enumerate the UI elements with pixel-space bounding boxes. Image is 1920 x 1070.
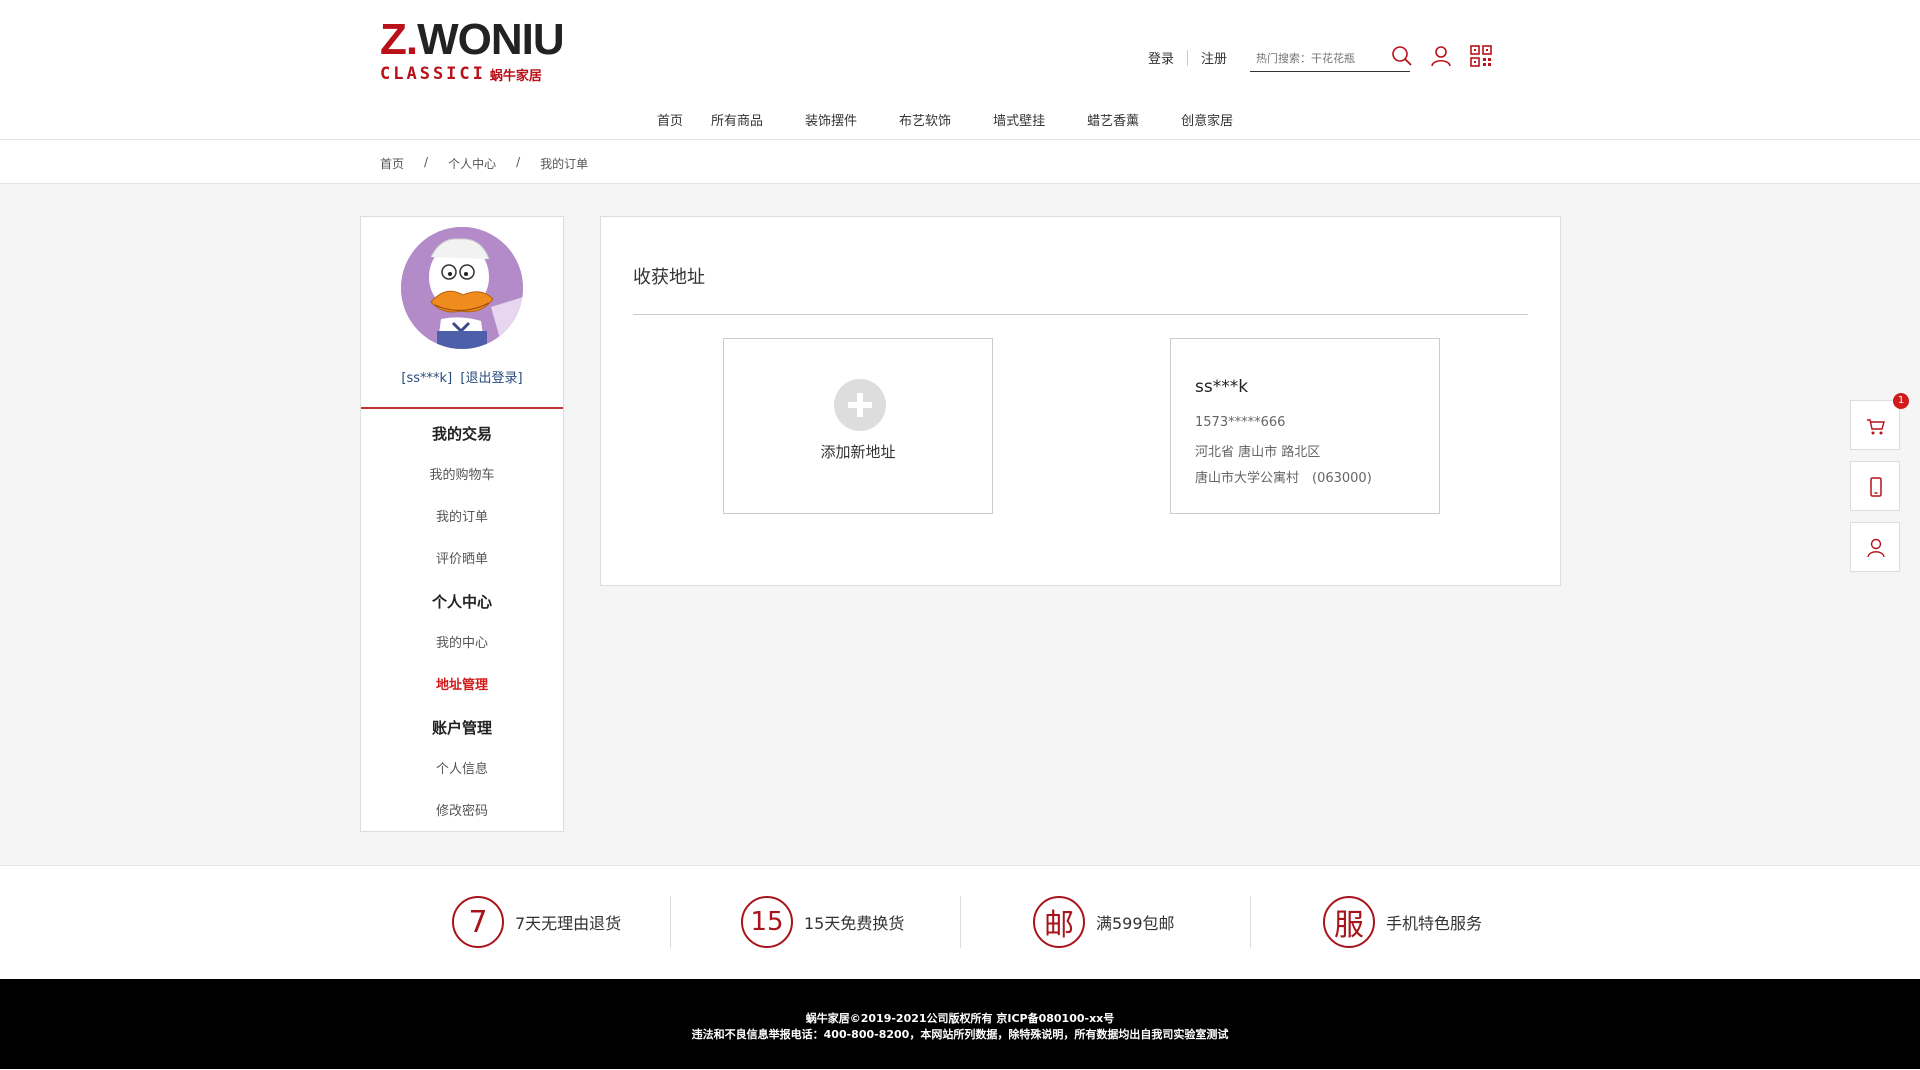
address-name: ss***k [1195,377,1249,397]
logo-wordmark: Z. WONIU [380,15,565,64]
user-line: [ss***k] [退出登录] [361,367,563,386]
sidebar-item-address[interactable]: 地址管理 [361,665,563,707]
breadcrumb: 首页 / 个人中心 / 我的订单 [380,155,588,172]
user-icon[interactable] [1429,44,1453,68]
register-link[interactable]: 注册 [1201,48,1227,67]
nav-wall[interactable]: 墙式壁挂 [993,110,1045,129]
account-links: 登录 注册 [1148,48,1227,67]
search-box [1250,45,1410,72]
breadcrumb-separator: / [424,155,429,169]
footer-copyright: 蜗牛家居©2019-2021公司版权所有 京ICP备080100-xx号 [805,1012,1115,1025]
logout-link[interactable]: [退出登录] [460,371,522,386]
add-address-button[interactable]: 添加新地址 [723,338,993,514]
service-badge-service: 服 [1323,896,1375,948]
service-badge-15: 15 [741,896,793,948]
mobile-icon [1870,477,1882,497]
add-address-label: 添加新地址 [820,443,896,461]
service-badge-7: 7 [452,896,504,948]
plus-icon [834,379,886,431]
nav-decor[interactable]: 装饰摆件 [805,110,857,129]
breadcrumb-home[interactable]: 首页 [380,155,404,172]
address-region: 河北省 唐山市 路北区 [1195,445,1321,460]
service-label: 15天免费换货 [804,914,905,933]
service-label: 手机特色服务 [1386,914,1483,933]
float-cart-button[interactable]: 1 [1850,393,1909,450]
service-divider [1250,896,1251,948]
sidebar-menu: 我的交易 我的购物车 我的订单 评价晒单 个人中心 我的中心 地址管理 账户管理… [361,413,563,833]
logo-subline: CLASSICI 蜗牛家居 [380,64,542,84]
address-card[interactable]: ss***k 1573*****666 河北省 唐山市 路北区 唐山市大学公寓村… [1170,338,1440,514]
service-mobile: 服 手机特色服务 [1323,896,1482,948]
qrcode-icon[interactable] [1469,44,1493,68]
link-divider [1187,49,1189,66]
user-sidebar: [ss***k] [退出登录] 我的交易 我的购物车 我的订单 评价晒单 个人中… [360,216,564,832]
user-icon [1867,538,1885,558]
nav-candles[interactable]: 蜡艺香薰 [1087,110,1139,129]
nav-creative-home[interactable]: 创意家居 [1181,110,1233,129]
nav-home[interactable]: 首页 [657,110,683,129]
footer-report: 违法和不良信息举报电话：400-800-8200，本网站所列数据，除特殊说明，所… [691,1028,1229,1041]
site-footer: 蜗牛家居©2019-2021公司版权所有 京ICP备080100-xx号 违法和… [0,979,1920,1069]
sidebar-item-cart[interactable]: 我的购物车 [361,455,563,497]
avatar[interactable] [401,227,523,349]
address-detail: 唐山市大学公寓村 (063000) [1195,471,1372,486]
sidebar-item-orders[interactable]: 我的订单 [361,497,563,539]
title-divider [633,314,1528,315]
nav-all-products[interactable]: 所有商品 [711,110,763,129]
breadcrumb-bar: 首页 / 个人中心 / 我的订单 [0,140,1920,184]
service-divider [670,896,671,948]
service-return: 7 7天无理由退货 [452,896,621,948]
service-badge-mail: 邮 [1033,896,1085,948]
breadcrumb-separator: / [516,155,521,169]
address-panel: 收获地址 添加新地址 ss***k 1573*****666 河北省 唐山市 路… [600,216,1561,586]
address-phone: 1573*****666 [1195,415,1286,430]
float-mobile-button[interactable] [1850,461,1900,511]
search-icon[interactable] [1390,44,1414,68]
login-link[interactable]: 登录 [1148,48,1174,67]
sidebar-item-password[interactable]: 修改密码 [361,791,563,833]
service-strip: 7 7天无理由退货 15 15天免费换货 邮 满599包邮 服 手机特色服务 [0,865,1920,979]
site-header: Z.WONIU CLASSICI 蜗牛家居 登录 注册 首页 所有商品 装饰摆件… [0,0,1920,140]
main-area: [ss***k] [退出登录] 我的交易 我的购物车 我的订单 评价晒单 个人中… [0,184,1920,865]
sidebar-group-personal: 个人中心 [431,593,492,611]
service-label: 7天无理由退货 [515,914,622,933]
service-exchange: 15 15天免费换货 [741,896,904,948]
sidebar-item-reviews[interactable]: 评价晒单 [361,539,563,581]
float-user-button[interactable] [1850,522,1900,572]
brand-logo[interactable]: Z. WONIU CLASSICI 蜗牛家居 [380,15,565,85]
sidebar-item-my-center[interactable]: 我的中心 [361,623,563,665]
cart-icon [1867,419,1885,435]
sidebar-group-trade: 我的交易 [431,425,492,443]
search-input[interactable] [1256,51,1386,65]
service-shipping: 邮 满599包邮 [1033,896,1175,948]
service-label: 满599包邮 [1096,914,1175,933]
sidebar-group-account: 账户管理 [431,719,492,737]
cart-badge: 1 [1893,393,1909,409]
sidebar-divider [361,407,563,409]
page-title: 收获地址 [633,267,705,288]
sidebar-item-profile[interactable]: 个人信息 [361,749,563,791]
service-divider [960,896,961,948]
breadcrumb-current: 我的订单 [540,157,589,171]
username-link[interactable]: [ss***k] [401,371,452,386]
nav-fabric[interactable]: 布艺软饰 [899,110,951,129]
breadcrumb-personal-center[interactable]: 个人中心 [448,155,496,172]
